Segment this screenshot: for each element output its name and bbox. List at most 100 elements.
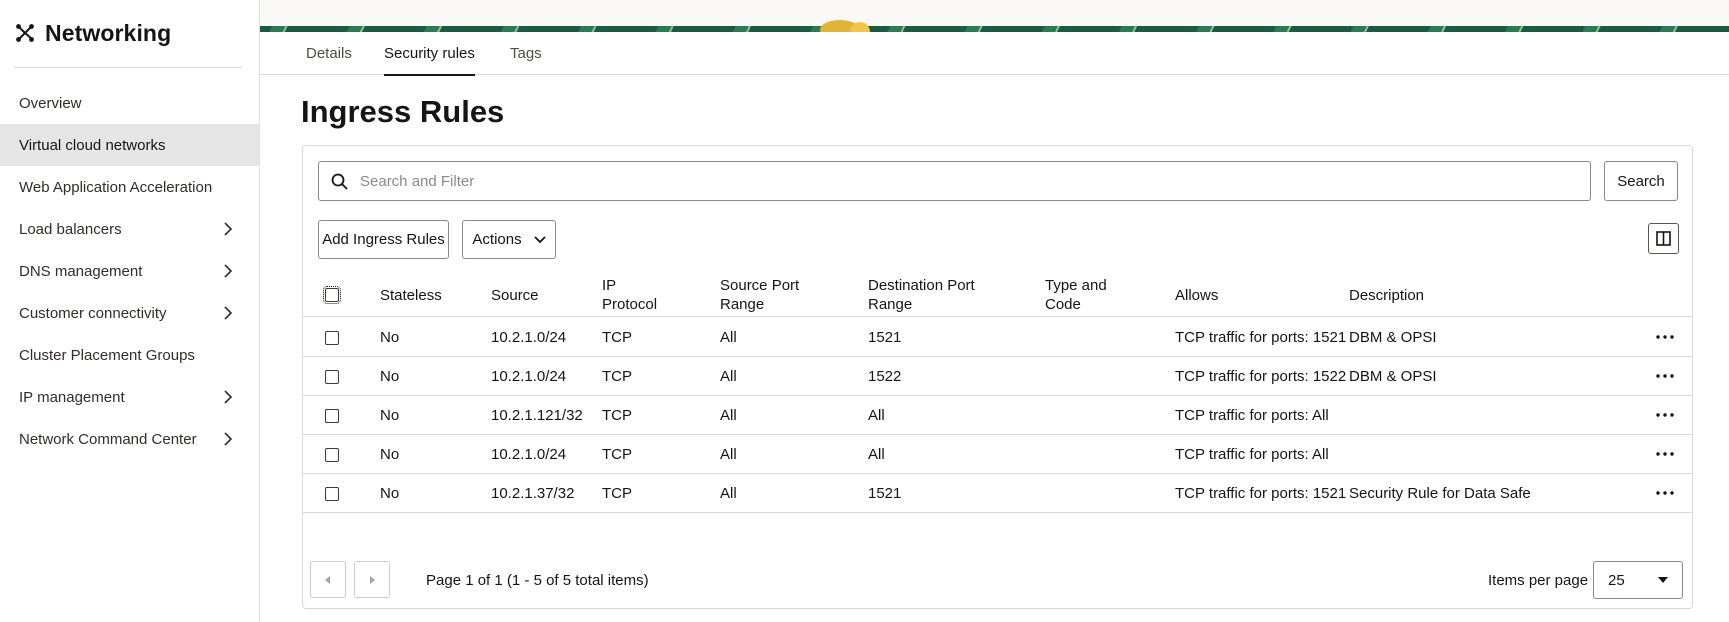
sidebar-item-label: Cluster Placement Groups xyxy=(19,346,195,364)
column-header-text: Description xyxy=(1349,287,1425,304)
cell-ip-protocol: TCP xyxy=(602,329,632,346)
search-button[interactable]: Search xyxy=(1604,161,1678,201)
tab-security-rules[interactable]: Security rules xyxy=(384,45,475,76)
sidebar-item-cluster-placement-groups[interactable]: Cluster Placement Groups xyxy=(0,334,259,376)
table-row: No 10.2.1.0/24 TCP All 1521 TCP traffic for p… xyxy=(303,318,1692,357)
more-horizontal-icon[interactable] xyxy=(1653,328,1677,346)
tab-bar: Details Security rules Tags xyxy=(260,32,1729,76)
cell-source-port-range: All xyxy=(720,329,737,346)
column-header-stateless[interactable]: Stateless xyxy=(380,286,442,305)
column-header-text: Allows xyxy=(1175,287,1219,304)
column-header-text: IP xyxy=(602,277,617,294)
sidebar-item-load-balancers[interactable]: Load balancers xyxy=(0,208,259,250)
cell-destination-port-range: All xyxy=(868,446,885,463)
cell-source-port-range: All xyxy=(720,368,737,385)
rules-panel: Search Add Ingress Rules Actions Statele… xyxy=(302,145,1693,609)
more-horizontal-icon[interactable] xyxy=(1653,445,1677,463)
chevron-right-icon xyxy=(224,390,233,404)
cell-source-port-range: All xyxy=(720,446,737,463)
sidebar-item-overview[interactable]: Overview xyxy=(0,82,259,124)
cell-description: Security Rule for Data Safe xyxy=(1349,485,1531,502)
cell-stateless: No xyxy=(380,368,400,385)
cell-allows: TCP traffic for ports: All xyxy=(1175,407,1329,424)
column-toggle-icon xyxy=(1656,231,1671,246)
column-header-source-port-range[interactable]: Source Port Range xyxy=(720,276,799,314)
items-per-page-label: Items per page xyxy=(1488,572,1589,589)
sidebar-item-label: Virtual cloud networks xyxy=(19,136,166,154)
items-per-page-value: 25 xyxy=(1608,571,1625,589)
divider xyxy=(14,67,242,68)
add-ingress-rules-button[interactable]: Add Ingress Rules xyxy=(318,220,449,259)
more-horizontal-icon[interactable] xyxy=(1653,367,1677,385)
search-box[interactable] xyxy=(318,161,1591,201)
cell-source: 10.2.1.0/24 xyxy=(491,329,567,346)
next-page-button[interactable] xyxy=(354,561,390,598)
banner-strip xyxy=(260,0,1729,26)
cell-source: 10.2.1.0/24 xyxy=(491,368,567,385)
sidebar-item-network-command-center[interactable]: Network Command Center xyxy=(0,418,259,460)
cell-ip-protocol: TCP xyxy=(602,446,632,463)
cell-stateless: No xyxy=(380,407,400,424)
table-row: No 10.2.1.0/24 TCP All 1522 TCP traffic for p… xyxy=(303,357,1692,396)
column-header-destination-port-range[interactable]: Destination Port Range xyxy=(868,276,975,314)
cell-stateless: No xyxy=(380,485,400,502)
pagination-summary: Page 1 of 1 (1 - 5 of 5 total items) xyxy=(426,572,649,589)
search-icon xyxy=(331,173,348,190)
column-header-ip-protocol[interactable]: IP Protocol xyxy=(602,276,657,314)
caret-left-icon xyxy=(325,575,330,584)
column-header-text: Destination Port xyxy=(868,277,975,294)
header-banner xyxy=(260,0,1729,32)
row-checkbox[interactable] xyxy=(325,409,339,423)
cell-source-port-range: All xyxy=(720,407,737,424)
column-header-type-and-code[interactable]: Type and Code xyxy=(1045,276,1107,314)
sidebar-item-label: Customer connectivity xyxy=(19,304,167,322)
sidebar-nav: Overview Virtual cloud networks Web Applic… xyxy=(0,82,259,460)
previous-page-button[interactable] xyxy=(310,561,346,598)
sidebar-item-label: DNS management xyxy=(19,262,143,280)
search-input[interactable] xyxy=(360,172,1560,190)
column-header-text: Protocol xyxy=(602,296,658,313)
tab-tags[interactable]: Tags xyxy=(510,45,542,74)
items-per-page-select[interactable]: 25 xyxy=(1593,561,1683,599)
cell-allows: TCP traffic for ports: 1521 xyxy=(1175,329,1347,346)
actions-button[interactable]: Actions xyxy=(462,220,556,259)
select-all-checkbox[interactable] xyxy=(323,286,341,304)
add-ingress-rules-label: Add Ingress Rules xyxy=(322,231,445,248)
actions-label: Actions xyxy=(472,231,522,248)
column-header-text: Source xyxy=(491,287,539,304)
column-header-allows[interactable]: Allows xyxy=(1175,286,1218,305)
column-header-description[interactable]: Description xyxy=(1349,286,1424,305)
cell-allows: TCP traffic for ports: 1522 xyxy=(1175,368,1347,385)
sidebar-item-customer-connectivity[interactable]: Customer connectivity xyxy=(0,292,259,334)
cell-source: 10.2.1.37/32 xyxy=(491,485,575,502)
row-checkbox[interactable] xyxy=(325,331,339,345)
column-header-text: Source Port xyxy=(720,277,800,294)
row-checkbox[interactable] xyxy=(325,487,339,501)
cell-source-port-range: All xyxy=(720,485,737,502)
tab-details[interactable]: Details xyxy=(306,45,352,74)
column-header-text: Code xyxy=(1045,296,1081,313)
sidebar-item-virtual-cloud-networks[interactable]: Virtual cloud networks xyxy=(0,124,259,166)
cell-stateless: No xyxy=(380,329,400,346)
column-header-text: Range xyxy=(868,296,913,313)
cell-stateless: No xyxy=(380,446,400,463)
row-checkbox[interactable] xyxy=(325,448,339,462)
cell-description: DBM & OPSI xyxy=(1349,368,1437,385)
sidebar-item-label: Web Application Acceleration xyxy=(19,178,213,196)
chevron-right-icon xyxy=(224,222,233,236)
row-checkbox[interactable] xyxy=(325,370,339,384)
network-icon xyxy=(16,24,34,42)
chevron-right-icon xyxy=(224,432,233,446)
sidebar-item-label: IP management xyxy=(19,388,125,406)
table-row: No 10.2.1.37/32 TCP All 1521 TCP traffic for … xyxy=(303,474,1692,513)
sidebar-item-web-application-acceleration[interactable]: Web Application Acceleration xyxy=(0,166,259,208)
column-toggle-button[interactable] xyxy=(1648,223,1679,254)
sidebar-item-dns-management[interactable]: DNS management xyxy=(0,250,259,292)
column-header-source[interactable]: Source xyxy=(491,286,539,305)
more-horizontal-icon[interactable] xyxy=(1653,406,1677,424)
sidebar-item-ip-management[interactable]: IP management xyxy=(0,376,259,418)
cell-ip-protocol: TCP xyxy=(602,368,632,385)
more-horizontal-icon[interactable] xyxy=(1653,484,1677,502)
table-row: No 10.2.1.0/24 TCP All All TCP traffic for po… xyxy=(303,435,1692,474)
cell-source: 10.2.1.0/24 xyxy=(491,446,567,463)
